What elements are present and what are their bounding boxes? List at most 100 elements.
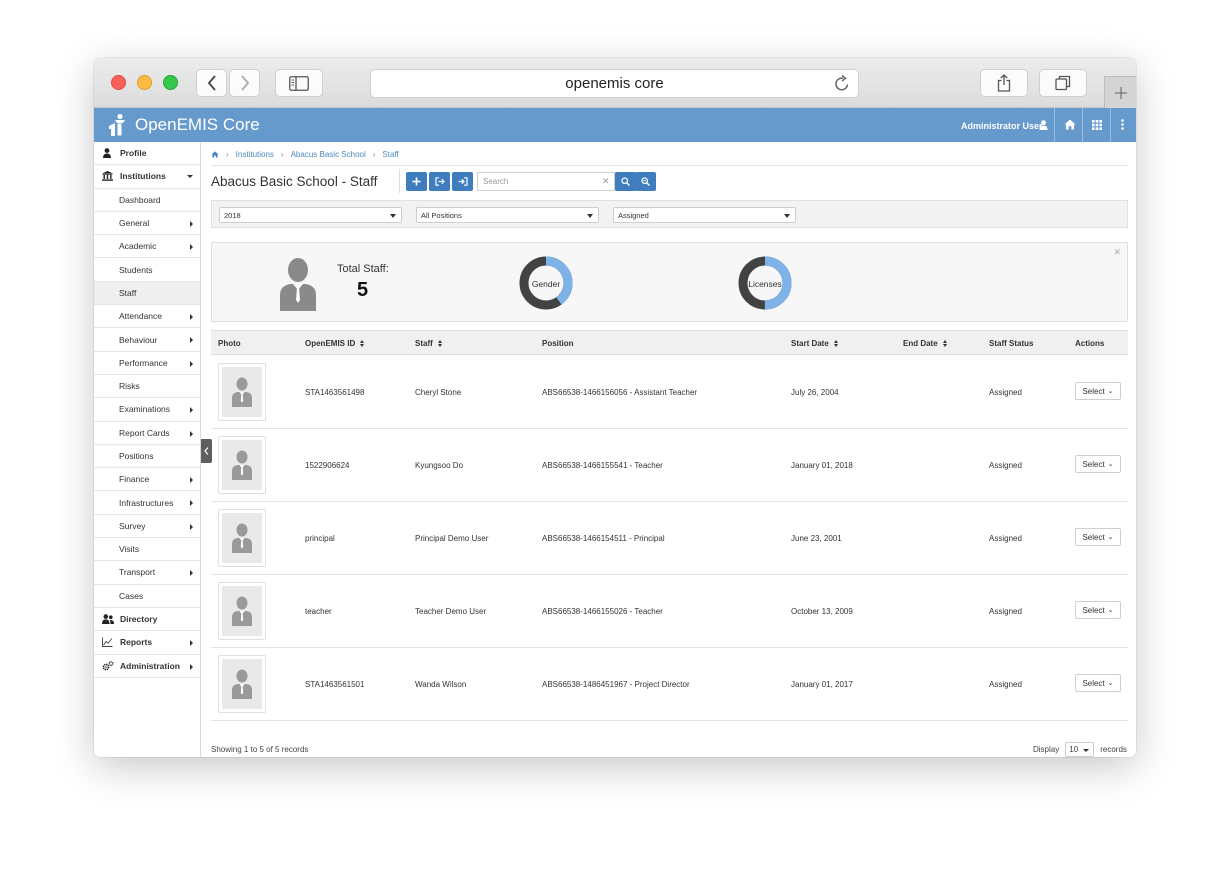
caret-right-icon (190, 640, 193, 647)
sidebar-item-directory[interactable]: Directory (94, 608, 200, 632)
gender-chart-label: Gender (531, 279, 561, 289)
import-button[interactable] (452, 172, 473, 191)
sidebar-item-administration[interactable]: Administration (94, 655, 200, 678)
row-actions-select-button[interactable]: Select ⌄ (1075, 455, 1121, 473)
caret-right-icon (190, 430, 193, 437)
home-icon[interactable] (1064, 119, 1076, 130)
cell-staff[interactable]: Teacher Demo User (415, 607, 486, 616)
sidebar: Profile Institutions Dashboard General A… (94, 142, 201, 757)
row-actions-select-button[interactable]: Select ⌄ (1075, 674, 1121, 692)
person-placeholder-icon (232, 596, 252, 626)
sidebar-item-students[interactable]: Students (94, 258, 200, 282)
minimize-window-button[interactable] (137, 75, 152, 90)
position-select[interactable]: All Positions (416, 207, 599, 223)
browser-toolbar: openemis core (94, 58, 1136, 108)
cell-openemis-id[interactable]: teacher (305, 607, 332, 616)
sidebar-item-dashboard[interactable]: Dashboard (94, 189, 200, 212)
breadcrumb: › Institutions › Abacus Basic School › S… (211, 150, 399, 159)
column-start-date[interactable]: Start Date (791, 339, 838, 348)
cell-openemis-id[interactable]: STA1463561501 (305, 680, 364, 689)
sidebar-item-label: Infrastructures (119, 497, 174, 508)
clear-search-icon[interactable]: ✕ (602, 176, 610, 187)
home-icon[interactable] (211, 151, 219, 158)
cell-start-date: June 23, 2001 (791, 534, 842, 543)
user-name[interactable]: Administrator User (961, 121, 1043, 131)
sidebar-item-academic[interactable]: Academic (94, 235, 200, 259)
sidebar-item-behaviour[interactable]: Behaviour (94, 328, 200, 352)
cell-staff[interactable]: Cheryl Stone (415, 388, 461, 397)
cell-staff[interactable]: Principal Demo User (415, 534, 488, 543)
reload-icon[interactable] (834, 75, 850, 92)
row-actions-select-button[interactable]: Select ⌄ (1075, 528, 1121, 546)
sidebar-toggle-button[interactable] (275, 69, 323, 97)
sidebar-item-examinations[interactable]: Examinations (94, 398, 200, 422)
page-size-select[interactable]: 10 (1065, 742, 1095, 757)
total-staff-label: Total Staff: (337, 263, 389, 275)
forward-button[interactable] (229, 69, 260, 97)
share-button[interactable] (980, 69, 1028, 97)
advanced-search-button[interactable] (635, 172, 656, 191)
sidebar-item-performance[interactable]: Performance (94, 352, 200, 375)
sidebar-item-positions[interactable]: Positions (94, 445, 200, 469)
sidebar-item-reports[interactable]: Reports (94, 631, 200, 655)
sidebar-item-general[interactable]: General (94, 212, 200, 236)
cogs-icon (102, 660, 114, 671)
cell-staff[interactable]: Wanda Wilson (415, 680, 466, 689)
sidebar-item-infrastructures[interactable]: Infrastructures (94, 491, 200, 515)
sidebar-item-finance[interactable]: Finance (94, 468, 200, 492)
close-icon[interactable]: ✕ (1113, 247, 1121, 258)
caret-right-icon (190, 244, 193, 251)
cell-openemis-id[interactable]: principal (305, 534, 335, 543)
sidebar-item-label: Attendance (119, 311, 163, 322)
new-tab-button[interactable] (1104, 76, 1136, 108)
sidebar-item-visits[interactable]: Visits (94, 538, 200, 562)
sidebar-item-report-cards[interactable]: Report Cards (94, 422, 200, 445)
column-end-date[interactable]: End Date (903, 339, 947, 348)
breadcrumb-school[interactable]: Abacus Basic School (291, 150, 366, 159)
select-label: Select (1082, 678, 1105, 688)
apps-grid-icon[interactable] (1092, 120, 1102, 130)
cell-staff[interactable]: Kyungsoo Do (415, 461, 463, 470)
sidebar-item-risks[interactable]: Risks (94, 375, 200, 399)
staff-status-select[interactable]: Assigned (613, 207, 796, 223)
sidebar-item-staff[interactable]: Staff (94, 281, 200, 306)
tabs-overview-button[interactable] (1039, 69, 1087, 97)
sidebar-item-cases[interactable]: Cases (94, 585, 200, 608)
sidebar-item-label: Academic (119, 241, 157, 252)
caret-right-icon (190, 570, 193, 577)
sidebar-item-transport[interactable]: Transport (94, 561, 200, 585)
breadcrumb-staff[interactable]: Staff (382, 150, 398, 159)
search-button[interactable] (615, 172, 636, 191)
add-button[interactable] (406, 172, 427, 191)
sidebar-item-institutions[interactable]: Institutions (94, 165, 200, 189)
column-staff[interactable]: Staff (415, 339, 442, 348)
sidebar-item-label: General (119, 218, 150, 229)
cell-openemis-id[interactable]: STA1463561498 (305, 388, 364, 397)
close-window-button[interactable] (111, 75, 126, 90)
back-button[interactable] (196, 69, 227, 97)
more-vertical-icon[interactable] (1121, 119, 1124, 130)
chevron-left-icon (204, 447, 209, 455)
column-actions: Actions (1075, 339, 1104, 348)
chart-icon (102, 637, 113, 648)
search-input[interactable] (477, 172, 615, 191)
sidebar-item-attendance[interactable]: Attendance (94, 305, 200, 329)
academic-period-select[interactable]: 2018 (219, 207, 402, 223)
row-actions-select-button[interactable]: Select ⌄ (1075, 601, 1121, 619)
breadcrumb-institutions[interactable]: Institutions (236, 150, 274, 159)
cell-staff-status: Assigned (989, 388, 1022, 397)
zoom-window-button[interactable] (163, 75, 178, 90)
user-icon[interactable] (1039, 120, 1048, 130)
chevron-down-icon: ⌄ (1107, 607, 1114, 614)
cell-openemis-id[interactable]: 1522906624 (305, 461, 350, 470)
sort-icon (437, 340, 442, 347)
column-openemis-id[interactable]: OpenEMIS ID (305, 339, 365, 348)
sidebar-item-survey[interactable]: Survey (94, 515, 200, 539)
export-button[interactable] (429, 172, 450, 191)
sidebar-item-label: Reports (120, 637, 153, 648)
address-bar[interactable]: openemis core (370, 69, 859, 98)
select-label: Select (1082, 386, 1105, 396)
row-actions-select-button[interactable]: Select ⌄ (1075, 382, 1121, 400)
app-title: OpenEMIS Core (135, 115, 260, 134)
sidebar-item-profile[interactable]: Profile (94, 142, 200, 166)
